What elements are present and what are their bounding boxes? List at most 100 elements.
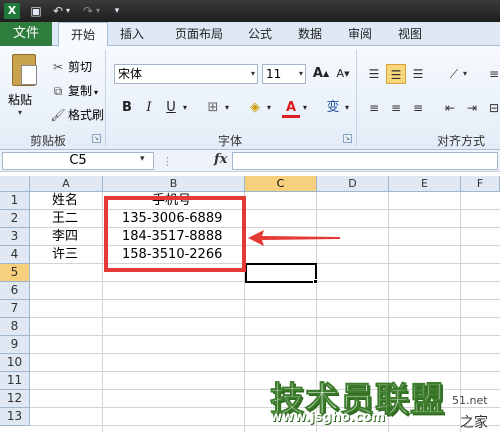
column-header-f[interactable]: F bbox=[461, 176, 500, 192]
merge-cells-icon[interactable]: ⊟ bbox=[484, 98, 500, 118]
column-header-d[interactable]: D bbox=[317, 176, 389, 192]
row-header-12[interactable]: 12 bbox=[0, 390, 30, 408]
cell-a2[interactable]: 王二 bbox=[52, 210, 78, 228]
bold-button[interactable]: B bbox=[118, 98, 136, 118]
shrink-font-button[interactable]: A▼ bbox=[334, 64, 352, 84]
column-header-b[interactable]: B bbox=[103, 176, 245, 192]
cut-button[interactable]: ✂ 剪切 bbox=[50, 58, 92, 76]
clipboard-launcher-icon[interactable]: ↘ bbox=[92, 134, 101, 143]
copy-dropdown-icon[interactable]: ▾ bbox=[94, 88, 98, 97]
gridline bbox=[30, 335, 500, 336]
watermark-url: www.jsgho.com bbox=[270, 410, 385, 425]
ribbon-tabs: 文件 开始 插入 页面布局 公式 数据 审阅 视图 bbox=[0, 22, 500, 47]
fill-color-dropdown-icon[interactable]: ▾ bbox=[264, 98, 274, 118]
paste-button-label[interactable]: 粘贴 bbox=[8, 91, 32, 108]
ribbon: 粘贴 ▾ ✂ 剪切 ⧉ 复制 ▾ 🖌 格式刷 剪贴板 ↘ 宋体 ▾ 11 ▾ A▲ A▼… bbox=[0, 46, 500, 150]
name-box-dropdown-icon[interactable]: ▾ bbox=[140, 154, 145, 164]
column-header-a[interactable]: A bbox=[30, 176, 103, 192]
chevron-down-icon: ▾ bbox=[298, 69, 303, 78]
fill-color-icon[interactable]: ◈ bbox=[246, 98, 264, 118]
active-cell-c5[interactable] bbox=[245, 263, 317, 283]
group-divider bbox=[105, 50, 106, 146]
align-top-icon[interactable]: ☰ bbox=[364, 64, 384, 84]
phonetic-button[interactable]: 变 bbox=[322, 98, 344, 118]
align-bottom-icon[interactable]: ☰ bbox=[408, 64, 428, 84]
copy-button[interactable]: ⧉ 复制 ▾ bbox=[50, 82, 98, 100]
phonetic-dropdown-icon[interactable]: ▾ bbox=[342, 98, 352, 118]
font-color-button[interactable]: A bbox=[282, 98, 300, 118]
tab-data[interactable]: 数据 bbox=[292, 22, 328, 46]
borders-icon[interactable]: ⊞ bbox=[204, 98, 222, 118]
row-header-2[interactable]: 2 bbox=[0, 210, 30, 228]
tab-formulas[interactable]: 公式 bbox=[242, 22, 278, 46]
excel-logo-icon[interactable]: X bbox=[4, 3, 20, 19]
row-header-11[interactable]: 11 bbox=[0, 372, 30, 390]
undo-dropdown-icon[interactable]: ▾ bbox=[64, 3, 72, 19]
splitter-handle-icon[interactable]: ⋮ bbox=[162, 155, 173, 168]
insert-function-button[interactable]: fx bbox=[214, 152, 227, 167]
font-color-dropdown-icon[interactable]: ▾ bbox=[300, 98, 310, 118]
column-header-c[interactable]: C bbox=[245, 176, 317, 192]
cell-a3[interactable]: 李四 bbox=[52, 228, 78, 246]
orientation-dropdown-icon[interactable]: ▾ bbox=[460, 64, 470, 84]
cut-label: 剪切 bbox=[68, 60, 93, 74]
align-middle-icon[interactable]: ☰ bbox=[386, 64, 406, 84]
font-size-select[interactable]: 11 ▾ bbox=[262, 64, 306, 84]
row-header-7[interactable]: 7 bbox=[0, 300, 30, 318]
gridline bbox=[30, 353, 500, 354]
customize-toolbar-icon[interactable]: ▾ bbox=[112, 3, 122, 19]
align-right-icon[interactable]: ≡ bbox=[408, 98, 428, 118]
underline-dropdown-icon[interactable]: ▾ bbox=[180, 98, 190, 118]
borders-dropdown-icon[interactable]: ▾ bbox=[222, 98, 232, 118]
row-header-9[interactable]: 9 bbox=[0, 336, 30, 354]
tab-view[interactable]: 视图 bbox=[392, 22, 428, 46]
brush-icon: 🖌 bbox=[50, 108, 66, 122]
cell-a4[interactable]: 许三 bbox=[52, 246, 78, 264]
tab-insert[interactable]: 插入 bbox=[112, 22, 152, 46]
font-size-value: 11 bbox=[266, 67, 282, 81]
fill-handle[interactable] bbox=[313, 279, 318, 284]
name-box[interactable]: C5 bbox=[2, 152, 154, 170]
formula-input[interactable] bbox=[232, 152, 498, 170]
chevron-down-icon: ▾ bbox=[250, 69, 255, 78]
row-header-6[interactable]: 6 bbox=[0, 282, 30, 300]
row-header-3[interactable]: 3 bbox=[0, 228, 30, 246]
tab-home[interactable]: 开始 bbox=[58, 22, 108, 47]
format-painter-label: 格式刷 bbox=[68, 108, 105, 122]
title-bar: X ▣ ↶ ▾ ↷ ▾ ▾ bbox=[0, 0, 500, 22]
row-header-5[interactable]: 5 bbox=[0, 264, 30, 282]
row-header-1[interactable]: 1 bbox=[0, 192, 30, 210]
select-all-button[interactable] bbox=[0, 176, 30, 192]
italic-button[interactable]: I bbox=[140, 98, 158, 118]
clipboard-group-label: 剪贴板 bbox=[29, 134, 66, 148]
underline-button[interactable]: U bbox=[162, 98, 180, 118]
wrap-text-icon[interactable]: ≡ bbox=[484, 64, 500, 84]
group-divider bbox=[356, 50, 357, 146]
paste-dropdown-icon[interactable]: ▾ bbox=[18, 108, 22, 117]
font-name-select[interactable]: 宋体 ▾ bbox=[114, 64, 258, 84]
redo-dropdown-icon[interactable]: ▾ bbox=[94, 3, 102, 19]
row-header-8[interactable]: 8 bbox=[0, 318, 30, 336]
font-launcher-icon[interactable]: ↘ bbox=[343, 134, 352, 143]
tab-file[interactable]: 文件 bbox=[0, 22, 52, 46]
highlight-box bbox=[104, 196, 246, 272]
paste-icon[interactable] bbox=[12, 54, 37, 86]
align-center-icon[interactable]: ≡ bbox=[386, 98, 406, 118]
tab-review[interactable]: 审阅 bbox=[342, 22, 378, 46]
column-header-e[interactable]: E bbox=[389, 176, 461, 192]
row-header-4[interactable]: 4 bbox=[0, 246, 30, 264]
decrease-indent-icon[interactable]: ⇤ bbox=[440, 98, 460, 118]
red-arrow-icon bbox=[248, 230, 340, 246]
save-icon[interactable]: ▣ bbox=[28, 3, 44, 19]
tab-page-layout[interactable]: 页面布局 bbox=[166, 22, 232, 46]
format-painter-button[interactable]: 🖌 格式刷 bbox=[50, 106, 104, 124]
row-header-13[interactable]: 13 bbox=[0, 408, 30, 426]
grow-font-button[interactable]: A▲ bbox=[312, 64, 330, 84]
cell-a1[interactable]: 姓名 bbox=[52, 192, 78, 210]
gridline bbox=[30, 299, 500, 300]
row-header-10[interactable]: 10 bbox=[0, 354, 30, 372]
increase-indent-icon[interactable]: ⇥ bbox=[462, 98, 482, 118]
align-left-icon[interactable]: ≡ bbox=[364, 98, 384, 118]
up-arrow-icon: ▲ bbox=[322, 69, 330, 78]
shrink-font-label: A bbox=[336, 67, 345, 80]
